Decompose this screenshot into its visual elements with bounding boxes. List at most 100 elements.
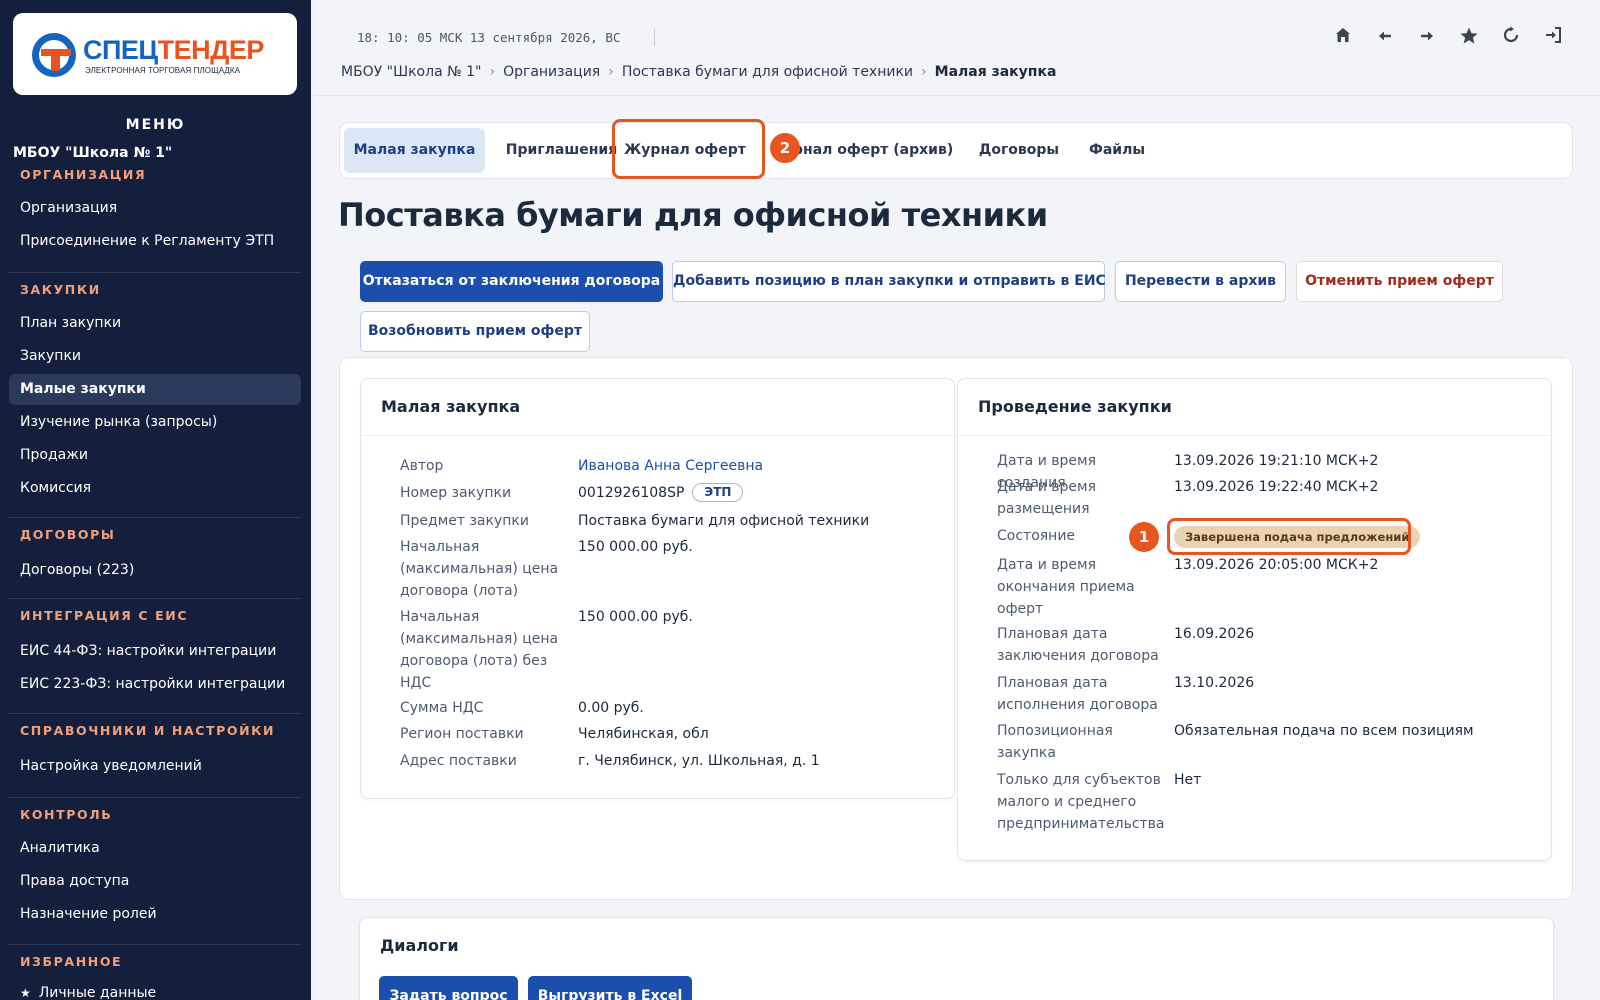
logo-subtitle: ЭЛЕКТРОННАЯ ТОРГОВАЯ ПЛОЩАДКА [85,66,241,75]
chevron-right-icon: › [489,64,496,80]
field-value: 0.00 руб. [578,700,644,716]
refresh-icon[interactable] [1499,26,1523,50]
section-contracts: ДОГОВОРЫ [20,527,116,542]
export-excel-button[interactable]: Выгрузить в Excel [528,976,692,1000]
divider [9,598,301,599]
star-icon: ★ [20,986,31,1000]
field-value: г. Челябинск, ул. Школьная, д. 1 [578,753,820,769]
arrow-left-icon[interactable] [1373,26,1397,50]
sidebar-item-eis-223[interactable]: ЕИС 223-ФЗ: настройки интеграции [9,669,301,700]
resume-offers-button[interactable]: Возобновить прием оферт [360,311,590,352]
field-value: Поставка бумаги для офисной техники [578,513,870,529]
divider [311,95,1600,96]
conduct-card: Проведение закупки Дата и время создания… [957,378,1552,861]
clock: 18: 10: 05 МСК 13 сентября 2026, ВС [357,30,621,45]
sidebar-item-eis-44[interactable]: ЕИС 44-ФЗ: настройки интеграции [9,636,301,667]
field-value: 13.09.2026 20:05:00 МСК+2 [1174,557,1379,573]
sidebar-item-sales[interactable]: Продажи [9,440,301,471]
field-label: Сумма НДС [400,700,484,716]
field-label: Дата и время окончания приема оферт [997,557,1135,617]
divider [9,517,301,518]
menu-title: МЕНЮ [125,117,186,133]
section-control: КОНТРОЛЬ [20,807,113,822]
star-icon[interactable] [1457,26,1481,50]
dialogs-card: Диалоги Задать вопрос Выгрузить в Excel [359,917,1554,1000]
breadcrumb-current: Малая закупка [934,64,1057,80]
sidebar-item-market-research[interactable]: Изучение рынка (запросы) [9,407,301,438]
breadcrumb-item[interactable]: Поставка бумаги для офисной техники [622,64,913,80]
sidebar-item-small-purchases[interactable]: Малые закупки [9,374,301,405]
sidebar-item-purchases[interactable]: Закупки [9,341,301,372]
field-label: Начальная (максимальная) цена договора (… [400,609,559,691]
section-eis-integration: ИНТЕГРАЦИЯ С ЕИС [20,608,189,623]
field-label: Автор [400,458,444,474]
tab-files[interactable]: Файлы [1077,128,1157,173]
ask-question-button[interactable]: Задать вопрос [379,976,518,1000]
section-references: СПРАВОЧНИКИ И НАСТРОЙКИ [20,723,276,738]
sidebar-item-purchase-plan[interactable]: План закупки [9,308,301,339]
tab-invitations[interactable]: Приглашения [495,128,628,173]
sidebar-item-role-assignment[interactable]: Назначение ролей [9,899,301,930]
card-title: Проведение закупки [978,397,1172,416]
field-value: Нет [1174,772,1202,788]
divider [958,435,1551,436]
card-title: Малая закупка [381,397,521,416]
breadcrumb-item[interactable]: МБОУ "Школа № 1" [341,64,481,80]
chevron-right-icon: › [608,64,614,80]
purchase-number-value: 0012926108SP [578,485,685,501]
small-purchase-card: Малая закупка Автор Иванова Анна Сергеев… [360,378,955,799]
decline-contract-button[interactable]: Отказаться от заключения договора [360,261,663,302]
logout-icon[interactable] [1541,26,1565,50]
field-label: Только для субъектов малого и среднего п… [997,772,1165,832]
marker-1: 1 [1129,522,1159,552]
sidebar-item-organization[interactable]: Организация [9,193,301,224]
field-label: Регион поставки [400,726,524,742]
divider [9,944,301,945]
field-label: Попозиционная закупка [997,723,1113,761]
breadcrumb: МБОУ "Школа № 1" › Организация › Поставка бу… [341,64,1056,80]
sidebar-item-commission[interactable]: Комиссия [9,473,301,504]
card-title: Диалоги [380,936,459,955]
sidebar-item-notifications[interactable]: Настройка уведомлений [9,751,301,782]
sidebar-item-label: Личные данные [38,985,157,1000]
archive-button[interactable]: Перевести в архив [1115,261,1286,302]
field-label: Номер закупки [400,485,512,501]
chevron-right-icon: › [921,64,927,80]
field-value: 13.10.2026 [1174,675,1255,691]
section-organization: ОРГАНИЗАЦИЯ [20,167,147,182]
sidebar-item-personal-data[interactable]: ★ Личные данные [9,978,301,1000]
field-label: Адрес поставки [400,753,517,769]
field-label: Предмет закупки [400,513,529,529]
breadcrumb-item[interactable]: Организация [503,64,600,80]
field-value: Обязательная подача по всем позициям [1174,723,1474,739]
arrow-right-icon[interactable] [1415,26,1439,50]
field-label: Плановая дата заключения договора [997,626,1159,664]
field-value: Челябинская, обл [578,726,709,742]
logo-title: СПЕЦТЕНДЕР [83,35,264,66]
field-value: 13.09.2026 19:22:40 МСК+2 [1174,479,1379,495]
etp-badge: ЭТП [692,483,744,502]
field-label: Плановая дата исполнения договора [997,675,1158,713]
sidebar-item-contracts-223[interactable]: Договоры (223) [9,555,301,586]
divider [9,713,301,714]
author-link[interactable]: Иванова Анна Сергеевна [578,455,763,477]
sidebar-item-access-rights[interactable]: Права доступа [9,866,301,897]
field-value: 150 000.00 руб. [578,609,693,625]
tab-contracts[interactable]: Договоры [968,128,1070,173]
tab-offers-journal-archive[interactable]: рнал оферт (архив) [793,128,953,173]
sidebar-item-analytics[interactable]: Аналитика [9,833,301,864]
marker-2: 2 [770,133,800,163]
add-to-plan-button[interactable]: Добавить позицию в план закупки и отправ… [672,261,1106,302]
field-value: 150 000.00 руб. [578,539,693,555]
logo-title-part2: ТЕНДЕР [157,35,265,65]
section-favorites: ИЗБРАННОЕ [20,954,123,969]
sidebar-item-regulation[interactable]: Присоединение к Регламенту ЭТП [9,226,301,257]
highlight-status [1167,518,1411,555]
field-value: 13.09.2026 19:21:10 МСК+2 [1174,453,1379,469]
org-name: МБОУ "Школа № 1" [13,145,173,161]
home-icon[interactable] [1331,26,1355,50]
page-title: Поставка бумаги для офисной техники [338,196,1048,234]
tab-small-purchase[interactable]: Малая закупка [344,128,485,173]
logo[interactable]: СПЕЦТЕНДЕР ЭЛЕКТРОННАЯ ТОРГОВАЯ ПЛОЩАДКА [13,13,297,95]
cancel-offers-button[interactable]: Отменить прием оферт [1296,261,1503,302]
